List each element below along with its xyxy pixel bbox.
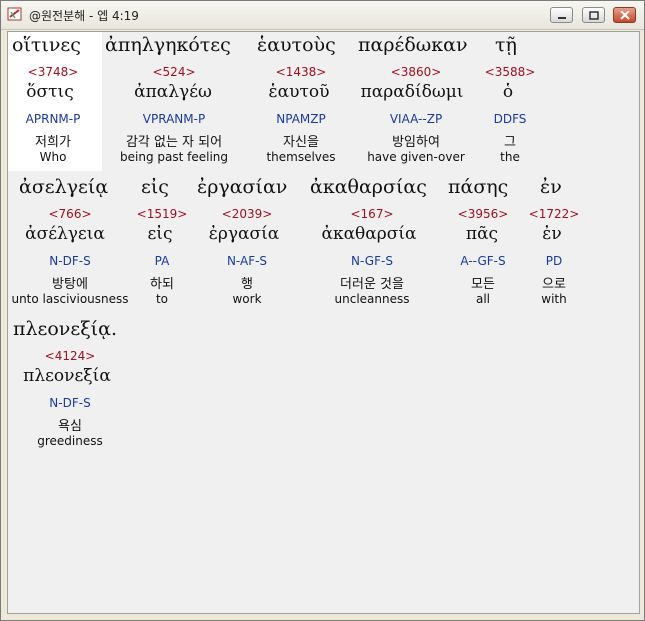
strong-number[interactable]: <4124> — [45, 349, 96, 363]
maximize-button[interactable] — [582, 7, 605, 23]
strong-number[interactable]: <1438> — [276, 65, 327, 79]
strong-number[interactable]: <167> — [350, 207, 393, 221]
korean-gloss: 방탕에 — [52, 277, 88, 292]
english-gloss: being past feeling — [120, 150, 228, 164]
title-bar[interactable]: @원전분해 - 엡 4:19 — [1, 1, 644, 30]
english-gloss: Who — [39, 150, 67, 164]
interlinear-view[interactable]: οἵτινες <3748> ὅστις APRNM-P 저희가 Who ἀπη… — [7, 31, 640, 614]
lemma: ἐργασία — [208, 224, 280, 244]
lemma: πᾶς — [465, 224, 499, 244]
greek-word[interactable]: παρέδωκαν — [358, 34, 468, 56]
greek-word[interactable]: ἐργασίαν — [197, 176, 287, 198]
english-gloss: with — [541, 292, 567, 306]
english-gloss: work — [232, 292, 262, 306]
parsing-code: N-DF-S — [49, 396, 91, 410]
korean-gloss: 그 — [504, 135, 516, 150]
greek-word[interactable]: εἰς — [141, 176, 169, 198]
english-gloss: greediness — [37, 434, 103, 448]
greek-word[interactable]: ἀσελγείᾳ — [19, 176, 108, 198]
korean-gloss: 하되 — [150, 277, 174, 292]
strong-number[interactable]: <3956> — [458, 207, 509, 221]
app-window: @원전분해 - 엡 4:19 οἵτινες <3748> ὅστις APRN… — [0, 0, 645, 621]
strong-number[interactable]: <3748> — [28, 65, 79, 79]
window-title: @원전분해 - 엡 4:19 — [29, 9, 139, 23]
korean-gloss: 더러운 것을 — [340, 277, 404, 292]
korean-gloss: 자신을 — [283, 135, 319, 150]
korean-gloss: 모든 — [471, 277, 495, 292]
english-gloss: the — [500, 150, 520, 164]
lemma: πλεονεξία — [23, 366, 111, 386]
lemma: ἑαυτοῦ — [268, 82, 330, 102]
app-icon — [7, 7, 22, 21]
korean-gloss: 방임하여 — [392, 135, 440, 150]
korean-gloss: 감각 없는 자 되어 — [125, 135, 223, 150]
korean-gloss: 행 — [241, 277, 253, 292]
lemma: ὁ — [502, 82, 514, 102]
strong-number[interactable]: <2039> — [222, 207, 273, 221]
greek-word[interactable]: τῇ — [495, 34, 517, 56]
parsing-code: N-AF-S — [226, 254, 268, 268]
strong-number[interactable]: <3860> — [391, 65, 442, 79]
korean-gloss: 욕심 — [58, 419, 82, 434]
lemma: ἀκαθαρσία — [321, 224, 417, 244]
parsing-code: N-DF-S — [49, 254, 91, 268]
lemma: εἰς — [147, 224, 173, 244]
english-gloss: have given-over — [367, 150, 465, 164]
korean-gloss: 으로 — [542, 277, 566, 292]
lemma: ἀπαλγέω — [134, 82, 212, 102]
lemma: ἀσέλγεια — [25, 224, 105, 244]
greek-word[interactable]: ἀκαθαρσίας — [310, 176, 427, 198]
strong-number[interactable]: <3588> — [485, 65, 536, 79]
strong-number[interactable]: <1722> — [529, 207, 580, 221]
strong-number[interactable]: <1519> — [137, 207, 188, 221]
parsing-code: DDFS — [493, 112, 527, 126]
minimize-icon — [558, 17, 566, 19]
lemma: παραδίδωμι — [360, 82, 464, 102]
parsing-code: VIAA--ZP — [389, 112, 443, 126]
greek-word[interactable]: ἐν — [540, 176, 562, 198]
close-icon — [620, 11, 630, 20]
korean-gloss: 저희가 — [35, 135, 71, 150]
maximize-icon — [589, 11, 599, 20]
parsing-code: PD — [545, 254, 563, 268]
parsing-code: A--GF-S — [460, 254, 506, 268]
close-button[interactable] — [613, 7, 636, 23]
english-gloss: all — [475, 292, 491, 306]
greek-word[interactable]: πλεονεξίᾳ. — [13, 318, 117, 340]
lemma: ἐν — [542, 224, 562, 244]
greek-word[interactable]: ἑαυτοὺς — [257, 34, 336, 56]
greek-word[interactable]: πάσης — [448, 176, 508, 198]
english-gloss: themselves — [266, 150, 336, 164]
parsing-code: APRNM-P — [25, 112, 81, 126]
english-gloss: unto lasciviousness — [11, 292, 129, 306]
parsing-code: PA — [154, 254, 170, 268]
parsing-code: VPRANM-P — [142, 112, 206, 126]
greek-word[interactable]: ἀπηλγηκότες — [105, 34, 231, 56]
strong-number[interactable]: <766> — [48, 207, 91, 221]
english-gloss: to — [155, 292, 169, 306]
strong-number[interactable]: <524> — [152, 65, 195, 79]
english-gloss: uncleanness — [334, 292, 410, 306]
greek-word[interactable]: οἵτινες — [12, 34, 81, 56]
lemma: ὅστις — [26, 82, 74, 102]
parsing-code: N-GF-S — [351, 254, 393, 268]
minimize-button[interactable] — [550, 7, 573, 23]
parsing-code: NPAMZP — [276, 112, 326, 126]
